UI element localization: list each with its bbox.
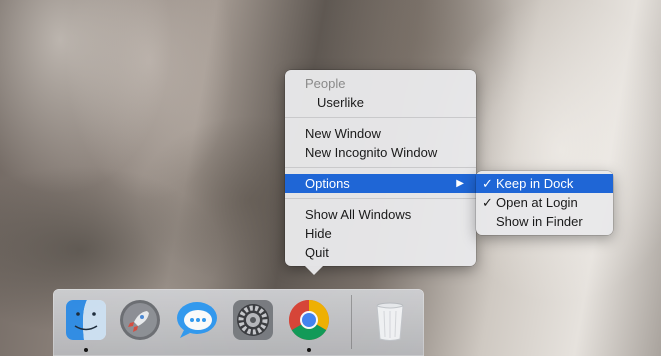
checkmark-icon: ✓ [482,176,493,191]
options-submenu: ✓ Keep in Dock ✓ Open at Login Show in F… [476,171,613,235]
open-at-login-label: Open at Login [496,195,578,210]
menu-separator [285,117,476,118]
menu-separator [285,167,476,168]
finder-icon[interactable] [63,297,109,343]
trash-icon[interactable] [367,297,413,343]
people-section-header: People [305,76,346,91]
new-window-item[interactable]: New Window [285,124,476,143]
dock [53,289,424,356]
options-item[interactable]: Options ▶ [285,174,476,193]
new-incognito-window-item[interactable]: New Incognito Window [285,143,476,162]
menu-separator [285,198,476,199]
keep-in-dock-item[interactable]: ✓ Keep in Dock [476,174,613,193]
running-indicator [307,348,311,352]
show-all-windows-item[interactable]: Show All Windows [285,205,476,224]
hide-item[interactable]: Hide [285,224,476,243]
keep-in-dock-label: Keep in Dock [496,176,574,191]
submenu-arrow-icon: ▶ [456,178,464,189]
profile-userlike-item[interactable]: Userlike [285,93,476,112]
checkmark-icon: ✓ [482,195,493,210]
open-at-login-item[interactable]: ✓ Open at Login [476,193,613,212]
messages-icon[interactable] [174,297,220,343]
dock-divider [351,295,352,349]
chrome-dock-context-menu: People Userlike New Window New Incognito… [285,70,476,275]
chrome-icon[interactable] [286,297,332,343]
launchpad-rocket-icon[interactable] [117,297,163,343]
options-label: Options [305,176,350,191]
system-preferences-gear-icon[interactable] [230,297,276,343]
running-indicator [84,348,88,352]
show-in-finder-item[interactable]: Show in Finder [476,212,613,231]
quit-item[interactable]: Quit [285,243,476,262]
